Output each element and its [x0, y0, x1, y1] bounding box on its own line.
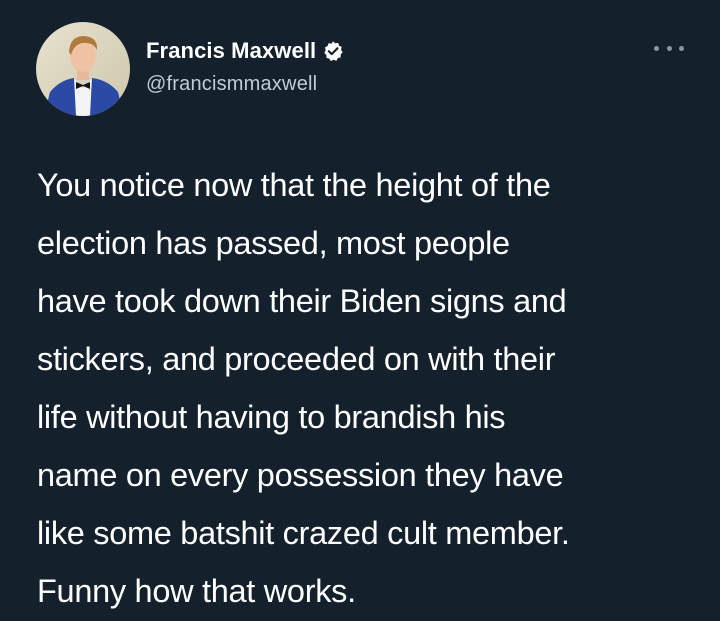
- tweet-text-line: name on every possession they have: [37, 457, 564, 493]
- tweet-text-line: life without having to brandish his: [37, 399, 506, 435]
- avatar[interactable]: [36, 22, 130, 116]
- tweet-text-line: like some batshit crazed cult member.: [37, 515, 570, 551]
- verified-badge-icon: [322, 40, 344, 62]
- tweet-text-line: Funny how that works.: [37, 573, 356, 609]
- user-handle[interactable]: @francismmaxwell: [146, 73, 317, 96]
- tweet-card: Francis Maxwell @francismmaxwell You not…: [0, 0, 720, 621]
- tweet-text-line: election has passed, most people: [37, 225, 510, 261]
- more-dot: [666, 45, 672, 51]
- more-dot: [679, 45, 684, 51]
- display-name[interactable]: Francis Maxwell: [146, 38, 316, 64]
- tweet-text-line: stickers, and proceeded on with their: [37, 341, 556, 377]
- display-name-row[interactable]: Francis Maxwell: [146, 36, 344, 66]
- more-dot: [654, 45, 659, 51]
- tweet-text: You notice now that the height of the el…: [37, 156, 707, 620]
- more-options-icon[interactable]: [654, 40, 684, 56]
- tweet-text-line: have took down their Biden signs and: [37, 283, 567, 319]
- tweet-text-line: You notice now that the height of the: [37, 167, 551, 203]
- avatar-image: [36, 22, 130, 116]
